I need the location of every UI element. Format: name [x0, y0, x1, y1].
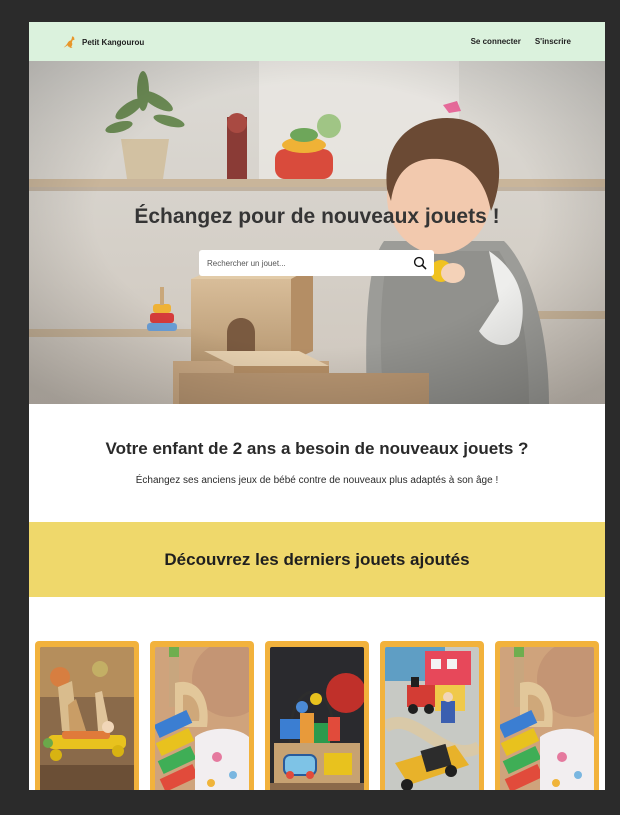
intro-text: Échangez ses anciens jeux de bébé contre…	[135, 475, 499, 486]
hero-section: Échangez pour de nouveaux jouets !	[29, 61, 605, 404]
search-bar	[199, 250, 434, 276]
login-link[interactable]: Se connecter	[471, 37, 521, 46]
toy-card[interactable]	[265, 641, 369, 790]
toy-card-list	[35, 641, 605, 790]
nav-links: Se connecter S'inscrire	[457, 37, 571, 46]
latest-toys-banner: Découvrez les derniers jouets ajoutés	[29, 522, 605, 597]
brand-name: Petit Kangourou	[82, 37, 145, 47]
search-icon[interactable]	[413, 256, 427, 270]
search-input[interactable]	[199, 250, 407, 276]
toy-image-wooden-train	[385, 647, 479, 790]
top-navbar: Petit Kangourou Se connecter S'inscrire	[29, 22, 605, 61]
toy-image-wooden-boats	[40, 647, 134, 790]
latest-toys-title: Découvrez les derniers jouets ajoutés	[164, 550, 470, 569]
toy-image-xylophone	[155, 647, 249, 790]
page: Petit Kangourou Se connecter S'inscrire	[29, 22, 605, 790]
toy-card[interactable]	[495, 641, 599, 790]
toy-image-xylophone	[500, 647, 594, 790]
toy-card[interactable]	[35, 641, 139, 790]
kangaroo-icon	[63, 36, 75, 48]
toy-card[interactable]	[380, 641, 484, 790]
brand[interactable]: Petit Kangourou	[63, 35, 144, 49]
toy-card[interactable]	[150, 641, 254, 790]
toy-image-bead-maze	[270, 647, 364, 790]
hero-title: Échangez pour de nouveaux jouets !	[134, 205, 500, 228]
signup-link[interactable]: S'inscrire	[535, 37, 571, 46]
intro-title: Votre enfant de 2 ans a besoin de nouvea…	[105, 439, 529, 458]
hero-image	[29, 61, 605, 404]
